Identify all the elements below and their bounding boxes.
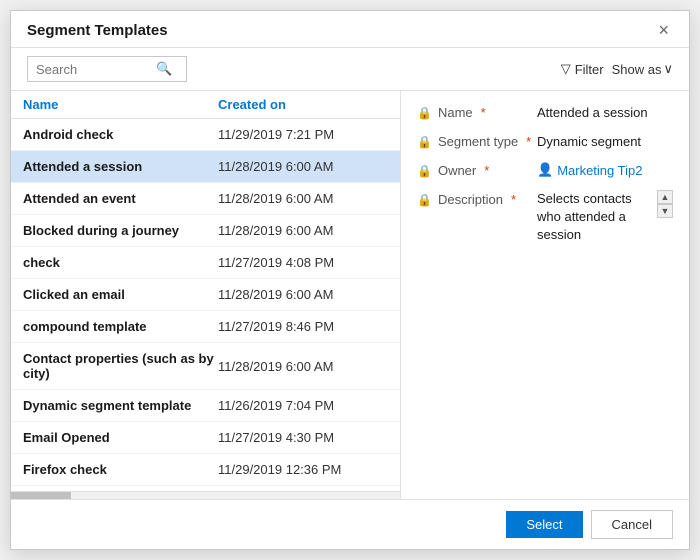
dialog-title: Segment Templates [27,22,168,39]
list-item-date: 11/28/2019 6:00 AM [218,191,388,206]
list-item-date: 11/27/2019 8:46 PM [218,319,388,334]
list-item-date: 11/28/2019 6:00 AM [218,223,388,238]
detail-segment-type-label: 🔒 Segment type * [417,132,537,149]
detail-name-row: 🔒 Name * Attended a session [417,103,673,120]
required-star: * [481,105,486,120]
list-item[interactable]: Email Opened11/27/2019 4:30 PM [11,422,400,454]
content-area: Name Created on Android check11/29/2019 … [11,91,689,499]
toolbar: 🔍 ▽ Filter Show as ∨ [11,48,689,91]
scrollbar-thumb[interactable] [11,492,71,499]
detail-description-value: Selects contacts who attended a session [537,190,653,245]
scroll-up-button[interactable]: ▲ [657,190,673,204]
detail-name-value: Attended a session [537,103,673,120]
list-item[interactable]: compound template11/27/2019 8:46 PM [11,311,400,343]
list-body: Android check11/29/2019 7:21 PMAttended … [11,119,400,491]
list-item-date: 11/29/2019 12:36 PM [218,462,388,477]
list-item-date: 11/28/2019 6:00 AM [218,359,388,374]
list-item-name: Firefox check [23,462,218,477]
list-item-name: Android check [23,127,218,142]
filter-icon: ▽ [561,61,571,77]
column-header-created[interactable]: Created on [218,97,388,112]
detail-description-container: Selects contacts who attended a session … [537,190,673,245]
list-item[interactable]: Android check11/29/2019 7:21 PM [11,119,400,151]
detail-segment-type-value: Dynamic segment [537,132,673,149]
list-item[interactable]: Attended an event11/28/2019 6:00 AM [11,183,400,215]
detail-owner-value[interactable]: Marketing Tip2 [557,161,642,178]
search-box: 🔍 [27,56,187,82]
list-item-date: 11/28/2019 6:00 AM [218,159,388,174]
chevron-down-icon: ∨ [663,61,673,77]
lock-icon-2: 🔒 [417,135,432,149]
required-star-2: * [526,134,531,149]
list-item[interactable]: Firefox check11/29/2019 12:36 PM [11,454,400,486]
list-item-name: Attended a session [23,159,218,174]
list-item[interactable]: check11/27/2019 4:08 PM [11,247,400,279]
lock-icon-4: 🔒 [417,193,432,207]
list-item-name: Contact properties (such as by city) [23,351,218,381]
list-item-name: Attended an event [23,191,218,206]
filter-button[interactable]: ▽ Filter [561,61,604,77]
list-item-name: Blocked during a journey [23,223,218,238]
detail-description-label: 🔒 Description * [417,190,537,207]
list-item[interactable]: Contact properties (such as by city)11/2… [11,343,400,390]
list-header: Name Created on [11,91,400,119]
column-header-name[interactable]: Name [23,97,218,112]
scroll-down-button[interactable]: ▼ [657,204,673,218]
list-panel: Name Created on Android check11/29/2019 … [11,91,401,499]
list-item-date: 11/29/2019 7:21 PM [218,127,388,142]
list-item-name: compound template [23,319,218,334]
list-item[interactable]: Dynamic segment template11/26/2019 7:04 … [11,390,400,422]
show-as-button[interactable]: Show as ∨ [612,61,673,77]
list-item[interactable]: Attended a session11/28/2019 6:00 AM [11,151,400,183]
dialog-footer: Select Cancel [11,499,689,549]
detail-owner-label: 🔒 Owner * [417,161,537,178]
list-item-name: Dynamic segment template [23,398,218,413]
segment-templates-dialog: Segment Templates × 🔍 ▽ Filter Show as ∨… [10,10,690,550]
list-item-name: Email Opened [23,430,218,445]
required-star-4: * [511,192,516,207]
search-input[interactable] [36,62,156,77]
detail-owner-row: 🔒 Owner * 👤 Marketing Tip2 [417,161,673,178]
lock-icon-3: 🔒 [417,164,432,178]
cancel-button[interactable]: Cancel [591,510,673,539]
detail-owner-value-container: 👤 Marketing Tip2 [537,161,642,178]
detail-segment-type-row: 🔒 Segment type * Dynamic segment [417,132,673,149]
show-as-label: Show as [612,62,662,77]
list-item-date: 11/27/2019 4:30 PM [218,430,388,445]
list-item[interactable]: Blocked during a journey11/28/2019 6:00 … [11,215,400,247]
dialog-header: Segment Templates × [11,11,689,48]
horizontal-scrollbar[interactable] [11,491,400,499]
detail-description-row: 🔒 Description * Selects contacts who att… [417,190,673,245]
detail-name-label: 🔒 Name * [417,103,537,120]
description-scroll-buttons: ▲ ▼ [657,190,673,218]
filter-label: Filter [575,62,604,77]
detail-panel: 🔒 Name * Attended a session 🔒 Segment ty… [401,91,689,499]
list-item[interactable]: Clicked an email11/28/2019 6:00 AM [11,279,400,311]
search-icon-button[interactable]: 🔍 [156,61,172,77]
required-star-3: * [484,163,489,178]
list-item-name: check [23,255,218,270]
list-item-date: 11/26/2019 7:04 PM [218,398,388,413]
close-button[interactable]: × [654,21,673,39]
person-icon: 👤 [537,162,553,178]
select-button[interactable]: Select [506,511,582,538]
list-item-date: 11/27/2019 4:08 PM [218,255,388,270]
lock-icon: 🔒 [417,106,432,120]
list-item-date: 11/28/2019 6:00 AM [218,287,388,302]
list-item-name: Clicked an email [23,287,218,302]
